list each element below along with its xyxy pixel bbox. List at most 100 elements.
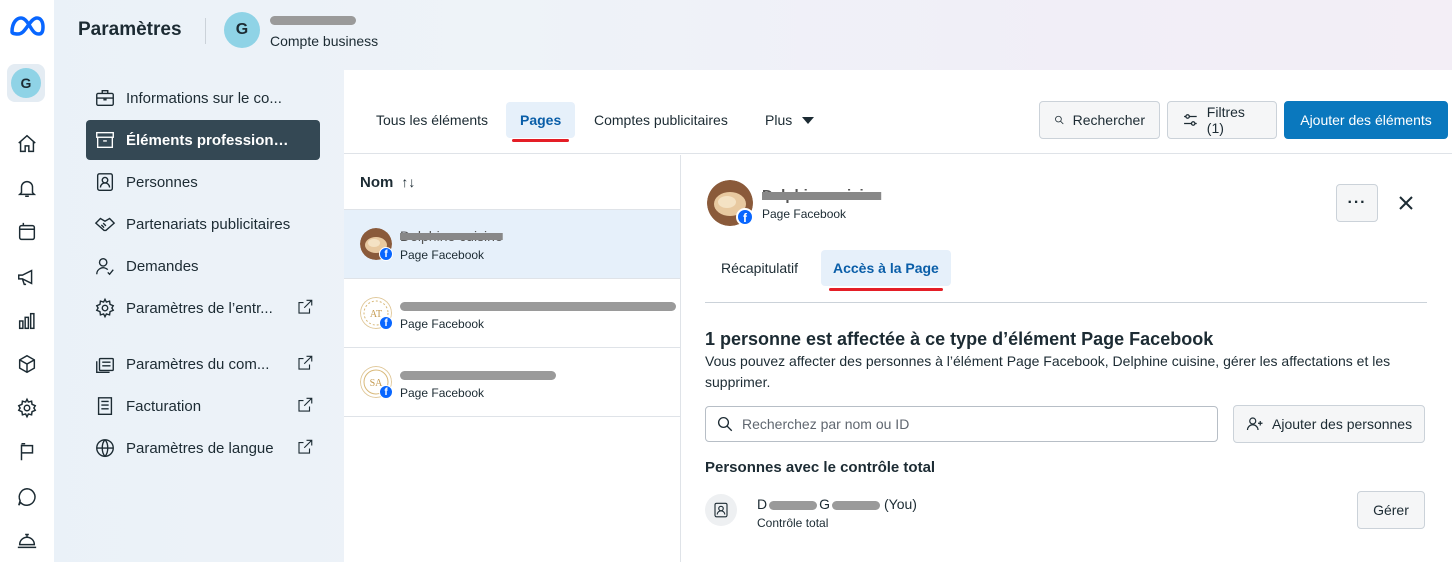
- page-type: Page Facebook: [400, 317, 485, 331]
- manage-button[interactable]: Gérer: [1357, 491, 1425, 529]
- sidebar-item-business-settings[interactable]: Paramètres de l’entr...: [86, 288, 320, 328]
- tab-page-access[interactable]: Accès à la Page: [821, 250, 951, 291]
- bar-chart-icon[interactable]: [14, 308, 40, 334]
- list-item[interactable]: AT f Page Facebook: [344, 279, 680, 348]
- sidebar-item-language-settings[interactable]: Paramètres de langue: [86, 428, 320, 468]
- person-badge-icon: [705, 494, 737, 526]
- search-button[interactable]: Rechercher: [1039, 101, 1160, 139]
- page-name-redacted: [400, 366, 556, 382]
- account-switcher[interactable]: G: [7, 64, 45, 102]
- tab-all-assets[interactable]: Tous les éléments: [362, 102, 502, 138]
- search-placeholder: Recherchez par nom ou ID: [742, 416, 910, 432]
- page-name-redacted: [400, 297, 676, 313]
- gear-icon: [95, 297, 115, 319]
- list-item[interactable]: f Delphine cuisine Page Facebook: [344, 210, 680, 279]
- asset-name: Delphine cuisine: [762, 187, 882, 204]
- add-assets-button[interactable]: Ajouter des éléments: [1284, 101, 1448, 139]
- external-link-icon: [298, 439, 313, 454]
- pages-icon[interactable]: [14, 219, 40, 245]
- archive-icon: [96, 131, 114, 149]
- briefcase-icon: [96, 89, 114, 107]
- external-link-icon: [298, 397, 313, 412]
- stack-icon: [96, 357, 114, 373]
- avatar: G: [11, 68, 41, 98]
- handshake-icon: [94, 217, 116, 232]
- facebook-icon: f: [379, 316, 393, 330]
- megaphone-icon[interactable]: [14, 264, 40, 290]
- sidebar-item-billing[interactable]: Facturation: [86, 386, 320, 426]
- bell-service-icon[interactable]: [14, 527, 40, 553]
- external-link-icon: [298, 299, 313, 314]
- people-search-input[interactable]: Recherchez par nom ou ID: [705, 406, 1218, 442]
- sidebar-item-label: Demandes: [126, 257, 199, 275]
- sidebar-item-business-info[interactable]: Informations sur le co...: [86, 78, 320, 118]
- filters-button-label: Filtres (1): [1206, 104, 1245, 136]
- asset-type-tabs: Tous les éléments Pages Comptes publicit…: [344, 70, 1452, 154]
- person-role: Contrôle total: [757, 516, 829, 530]
- facebook-icon: f: [379, 247, 393, 261]
- tab-ad-accounts[interactable]: Comptes publicitaires: [580, 102, 742, 138]
- search-icon: [1055, 115, 1064, 125]
- business-avatar[interactable]: G: [224, 12, 260, 48]
- person-add-icon: [1246, 417, 1263, 431]
- person-name: D G (You): [757, 496, 917, 512]
- sidebar-item-label: Éléments professionnels: [126, 131, 296, 149]
- sidebar-item-label: Personnes: [126, 173, 198, 191]
- cube-icon[interactable]: [14, 351, 40, 377]
- page-type: Page Facebook: [400, 248, 485, 262]
- filters-button[interactable]: Filtres (1): [1167, 101, 1277, 139]
- pages-list: Nom ↑↓ f Delphine cuisine Page Facebook …: [344, 155, 680, 562]
- sidebar-item-label: Paramètres du com...: [126, 355, 270, 373]
- sidebar-item-business-assets[interactable]: Éléments professionnels: [86, 120, 320, 160]
- facebook-icon: f: [736, 208, 754, 226]
- page-type: Page Facebook: [400, 386, 485, 400]
- assignment-heading: 1 personne est affectée à ce type d’élém…: [705, 329, 1214, 349]
- flag-icon[interactable]: [14, 439, 40, 465]
- globe-icon: [96, 439, 114, 458]
- asset-type: Page Facebook: [762, 207, 847, 221]
- asset-detail-panel: f Delphine cuisine Page Facebook ··· Réc…: [680, 155, 1452, 562]
- search-icon: [717, 416, 733, 432]
- external-link-icon: [298, 355, 313, 370]
- divider: [705, 302, 1427, 303]
- page-name: Delphine cuisine: [400, 228, 503, 244]
- sidebar-item-label: Informations sur le co...: [126, 89, 282, 107]
- business-name-redacted: [270, 11, 356, 27]
- page-title: Paramètres: [78, 19, 182, 40]
- bell-icon[interactable]: [14, 175, 40, 201]
- person-badge-icon: [96, 173, 114, 191]
- list-header[interactable]: Nom ↑↓: [344, 155, 680, 210]
- tab-more-label: Plus: [765, 112, 793, 128]
- sidebar-item-requests[interactable]: Demandes: [86, 246, 320, 286]
- meta-logo-icon[interactable]: [8, 14, 46, 38]
- facebook-icon: f: [379, 385, 393, 399]
- chat-icon[interactable]: [14, 484, 40, 510]
- caret-down-icon: [802, 116, 815, 124]
- list-item[interactable]: SA f Page Facebook: [344, 348, 680, 417]
- sort-icon[interactable]: ↑↓: [401, 174, 415, 190]
- receipt-icon: [97, 397, 113, 415]
- tab-more[interactable]: Plus: [751, 102, 828, 138]
- sidebar-item-label: Paramètres de l’entr...: [126, 299, 273, 317]
- main-panel: Tous les éléments Pages Comptes publicit…: [344, 70, 1452, 562]
- tab-pages[interactable]: Pages: [506, 102, 576, 142]
- account-type: Compte business: [270, 33, 379, 49]
- search-button-label: Rechercher: [1072, 112, 1145, 128]
- home-icon[interactable]: [14, 131, 40, 157]
- column-name-label: Nom: [360, 173, 394, 191]
- person-check-icon: [96, 257, 114, 276]
- sidebar-item-label: Paramètres de langue: [126, 439, 274, 457]
- gear-icon[interactable]: [14, 395, 40, 421]
- left-rail: G: [0, 0, 54, 562]
- more-options-button[interactable]: ···: [1336, 184, 1378, 222]
- close-icon[interactable]: [1394, 191, 1418, 215]
- tab-summary[interactable]: Récapitulatif: [709, 250, 810, 286]
- sidebar-item-label: Partenariats publicitaires: [126, 215, 291, 233]
- sidebar-item-commerce-settings[interactable]: Paramètres du com...: [86, 344, 320, 384]
- add-people-label: Ajouter des personnes: [1272, 416, 1413, 432]
- header-divider: [205, 18, 206, 44]
- sidebar-item-people[interactable]: Personnes: [86, 162, 320, 202]
- sidebar-item-ad-partnerships[interactable]: Partenariats publicitaires: [86, 204, 320, 244]
- add-people-button[interactable]: Ajouter des personnes: [1233, 405, 1425, 443]
- sidebar-item-label: Facturation: [126, 397, 202, 415]
